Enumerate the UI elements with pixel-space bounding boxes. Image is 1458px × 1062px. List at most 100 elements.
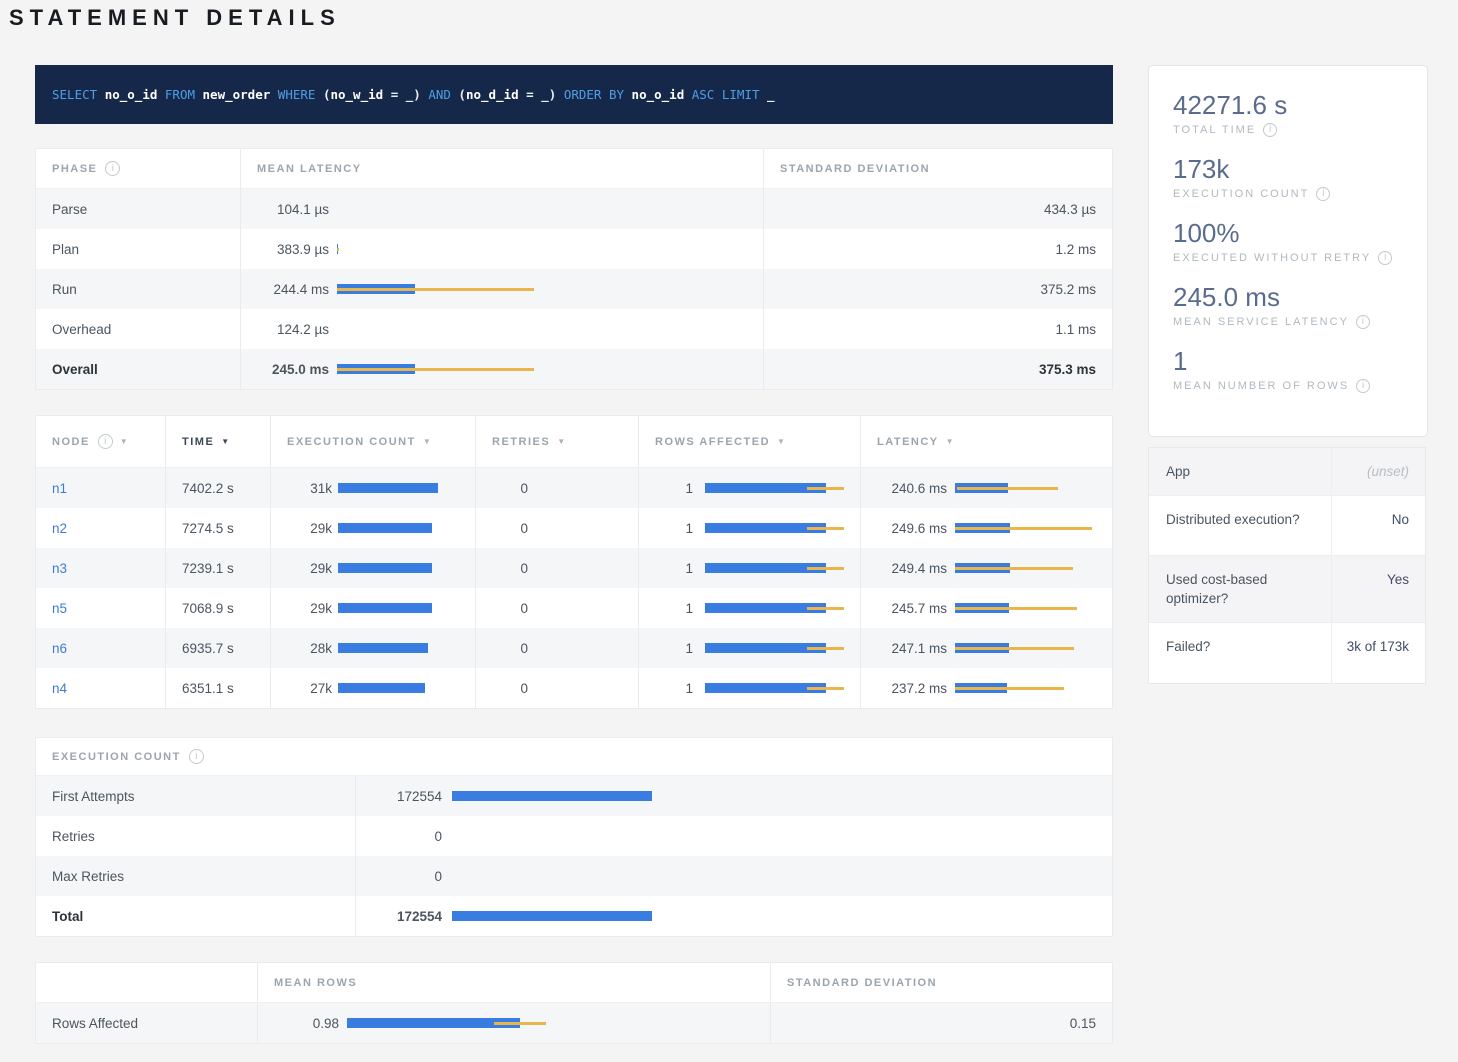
bar-chart xyxy=(338,603,459,613)
node-header-execution-count[interactable]: EXECUTION COUNT▼ xyxy=(271,416,476,467)
bar-chart xyxy=(705,483,844,493)
summary-card: 42271.6 sTOTAL TIMEi173kEXECUTION COUNTi… xyxy=(1148,65,1428,437)
stddev-line xyxy=(807,567,844,570)
time-value: 6351.1 s xyxy=(166,668,271,708)
stddev-line xyxy=(807,607,844,610)
stat-label: TOTAL TIMEi xyxy=(1173,123,1403,137)
execution-count-value: 29k xyxy=(287,561,332,576)
execution-count-cell: 28k xyxy=(271,628,476,668)
exec-row-label: Retries xyxy=(36,816,356,856)
node-link[interactable]: n2 xyxy=(52,521,67,536)
rows-header-mean-rows: MEAN ROWS xyxy=(258,963,771,1002)
node-row: n17402.2 s31k01240.6 ms xyxy=(36,468,1112,508)
exec-row: Total172554 xyxy=(36,896,1112,936)
node-table-header: NODEi▼ TIME ▼ EXECUTION COUNT▼ RETRIES▼ R… xyxy=(36,416,1112,468)
detail-row: Used cost-based optimizer?Yes xyxy=(1149,556,1425,623)
stddev-line xyxy=(337,248,339,251)
node-link[interactable]: n3 xyxy=(52,561,67,576)
exec-row-value-cell: 0 xyxy=(356,816,1112,856)
mean-bar xyxy=(338,603,432,613)
execution-count-title-label: EXECUTION COUNT xyxy=(52,751,181,763)
rows-affected-value: 1 xyxy=(655,561,693,576)
phase-row: Overall245.0 ms375.3 ms xyxy=(36,349,1112,389)
bar-chart xyxy=(955,683,1096,693)
phase-row: Plan383.9 µs1.2 ms xyxy=(36,229,1112,269)
stddev-line xyxy=(807,527,844,530)
latency-cell: 237.2 ms xyxy=(861,668,1112,708)
rows-affected-table-header: MEAN ROWS STANDARD DEVIATION xyxy=(36,963,1112,1003)
exec-row: First Attempts172554 xyxy=(36,776,1112,816)
sql-token: AND xyxy=(428,87,451,102)
sql-token: new_order xyxy=(203,87,271,102)
node-link[interactable]: n6 xyxy=(52,641,67,656)
mean-bar xyxy=(452,791,652,801)
mean-bar xyxy=(338,683,425,693)
sort-arrow-icon: ▼ xyxy=(946,437,955,446)
node-header-retries[interactable]: RETRIES▼ xyxy=(476,416,639,467)
execution-count-value: 29k xyxy=(287,521,332,536)
node-cell: n4 xyxy=(36,668,166,708)
stddev-line xyxy=(337,368,534,371)
stddev-line xyxy=(955,647,1074,650)
info-icon[interactable]: i xyxy=(1356,315,1370,329)
node-link[interactable]: n5 xyxy=(52,601,67,616)
rows-affected-header-label: ROWS AFFECTED xyxy=(655,436,770,448)
stddev-line xyxy=(807,647,844,650)
execution-count-value: 28k xyxy=(287,641,332,656)
execution-count-value: 27k xyxy=(287,681,332,696)
node-row: n37239.1 s29k01249.4 ms xyxy=(36,548,1112,588)
mean-rows-value: 0.98 xyxy=(274,1016,339,1031)
info-icon[interactable]: i xyxy=(189,749,204,764)
standard-deviation-header-label: STANDARD DEVIATION xyxy=(787,977,937,989)
info-icon[interactable]: i xyxy=(1263,123,1277,137)
rows-affected-table: MEAN ROWS STANDARD DEVIATION Rows Affect… xyxy=(35,962,1113,1044)
phase-table: PHASEi MEAN LATENCY STANDARD DEVIATION P… xyxy=(35,148,1113,390)
detail-label: Failed? xyxy=(1149,623,1332,683)
sql-token: _ xyxy=(767,87,775,102)
detail-value: No xyxy=(1332,496,1425,555)
info-icon[interactable]: i xyxy=(98,434,113,449)
retries-value: 0 xyxy=(492,481,528,496)
bar-chart xyxy=(338,563,459,573)
info-icon[interactable]: i xyxy=(1378,251,1392,265)
stddev-line xyxy=(957,487,1058,490)
node-row: n66935.7 s28k01247.1 ms xyxy=(36,628,1112,668)
node-header-time[interactable]: TIME ▼ xyxy=(166,416,271,467)
standard-deviation-header-label: STANDARD DEVIATION xyxy=(780,163,930,175)
info-icon[interactable]: i xyxy=(1356,379,1370,393)
node-link[interactable]: n4 xyxy=(52,681,67,696)
node-header-rows-affected[interactable]: ROWS AFFECTED▼ xyxy=(639,416,861,467)
rows-affected-value: 1 xyxy=(655,481,693,496)
sql-token: no_w_id xyxy=(330,87,383,102)
bar-chart xyxy=(337,284,747,294)
execution-count-table-header: EXECUTION COUNT i xyxy=(36,738,1112,776)
retries-value: 0 xyxy=(492,681,528,696)
page-title: STATEMENT DETAILS xyxy=(9,5,341,31)
exec-count-value: 172554 xyxy=(372,909,442,924)
sql-token: ORDER BY xyxy=(564,87,632,102)
sort-arrow-icon: ▼ xyxy=(557,437,566,446)
latency-cell: 247.1 ms xyxy=(861,628,1112,668)
info-icon[interactable]: i xyxy=(1316,187,1330,201)
retries-value: 0 xyxy=(492,521,528,536)
node-link[interactable]: n1 xyxy=(52,481,67,496)
latency-header-label: LATENCY xyxy=(877,436,939,448)
bar-chart xyxy=(338,483,459,493)
stddev-line xyxy=(955,527,1092,530)
time-header-label: TIME xyxy=(182,436,214,448)
phase-stddev-value: 1.1 ms xyxy=(764,309,1112,349)
mean-bar xyxy=(338,643,428,653)
bar-chart xyxy=(705,603,844,613)
phase-row: Overhead124.2 µs1.1 ms xyxy=(36,309,1112,349)
node-header-latency[interactable]: LATENCY ▼ xyxy=(861,416,1112,467)
bar-chart xyxy=(347,1018,754,1028)
retries-cell: 0 xyxy=(476,468,639,508)
latency-value: 237.2 ms xyxy=(877,681,947,696)
node-header-node[interactable]: NODEi▼ xyxy=(36,416,166,467)
info-icon[interactable]: i xyxy=(105,161,120,176)
execution-count-cell: 31k xyxy=(271,468,476,508)
bar-chart xyxy=(955,563,1096,573)
phase-label: Parse xyxy=(36,189,241,229)
mean-latency-value: 244.4 ms xyxy=(257,282,329,297)
sort-arrow-icon: ▼ xyxy=(221,437,230,446)
